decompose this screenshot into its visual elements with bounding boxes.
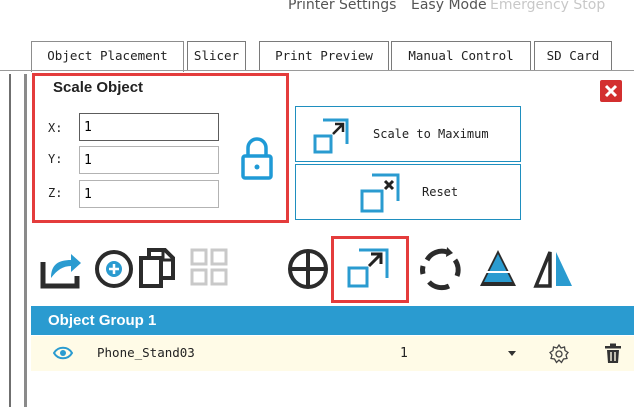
z-label: Z:	[48, 186, 63, 200]
copy-icon[interactable]	[133, 244, 181, 292]
left-border	[9, 74, 11, 407]
mirror-icon[interactable]	[530, 244, 578, 292]
plus-circle-icon[interactable]	[90, 244, 138, 292]
copies-value: 1	[400, 346, 408, 361]
trash-icon[interactable]	[604, 343, 622, 363]
tab-divider	[0, 70, 634, 71]
easy-mode-menu[interactable]: Easy Mode	[411, 0, 487, 13]
reset-scale-icon	[360, 173, 400, 213]
chevron-down-icon	[508, 351, 516, 356]
eye-icon[interactable]	[53, 346, 73, 360]
reset-label: Reset	[422, 185, 459, 199]
emergency-stop-menu[interactable]: Emergency Stop	[490, 0, 605, 13]
y-label: Y:	[48, 152, 63, 166]
printer-settings-menu[interactable]: Printer Settings	[288, 0, 396, 13]
x-label: X:	[48, 121, 63, 135]
scale-object-title: Scale Object	[53, 79, 144, 96]
object-name: Phone_Stand03	[97, 345, 195, 360]
scale-to-maximum-button[interactable]: Scale to Maximum	[295, 106, 521, 162]
gear-icon[interactable]	[549, 344, 569, 364]
center-icon[interactable]	[284, 244, 332, 292]
x-scale-input[interactable]	[79, 113, 219, 141]
tab-object-placement[interactable]: Object Placement	[31, 41, 184, 72]
y-scale-input[interactable]	[79, 146, 219, 174]
left-scrollbar[interactable]	[24, 74, 27, 407]
object-group-title: Object Group 1	[48, 312, 157, 329]
copies-select[interactable]: 1	[396, 342, 526, 366]
scale-max-icon	[313, 118, 349, 154]
add-object-icon[interactable]	[37, 244, 85, 292]
cut-icon[interactable]	[474, 244, 522, 292]
tab-manual-control[interactable]: Manual Control	[391, 41, 531, 71]
tab-slicer[interactable]: Slicer	[187, 41, 246, 71]
reset-button[interactable]: Reset	[295, 164, 521, 220]
grid-arrange-icon[interactable]	[186, 244, 234, 292]
tab-sd-card[interactable]: SD Card	[534, 41, 612, 71]
z-scale-input[interactable]	[79, 180, 219, 208]
tab-print-preview[interactable]: Print Preview	[259, 41, 389, 71]
close-icon[interactable]	[600, 80, 622, 102]
scale-to-maximum-label: Scale to Maximum	[373, 127, 489, 141]
top-menu: Printer Settings Easy Mode Emergency Sto…	[0, 0, 634, 30]
lock-icon[interactable]	[241, 136, 273, 180]
scale-icon[interactable]	[345, 244, 393, 292]
rotate-icon[interactable]	[417, 244, 465, 292]
